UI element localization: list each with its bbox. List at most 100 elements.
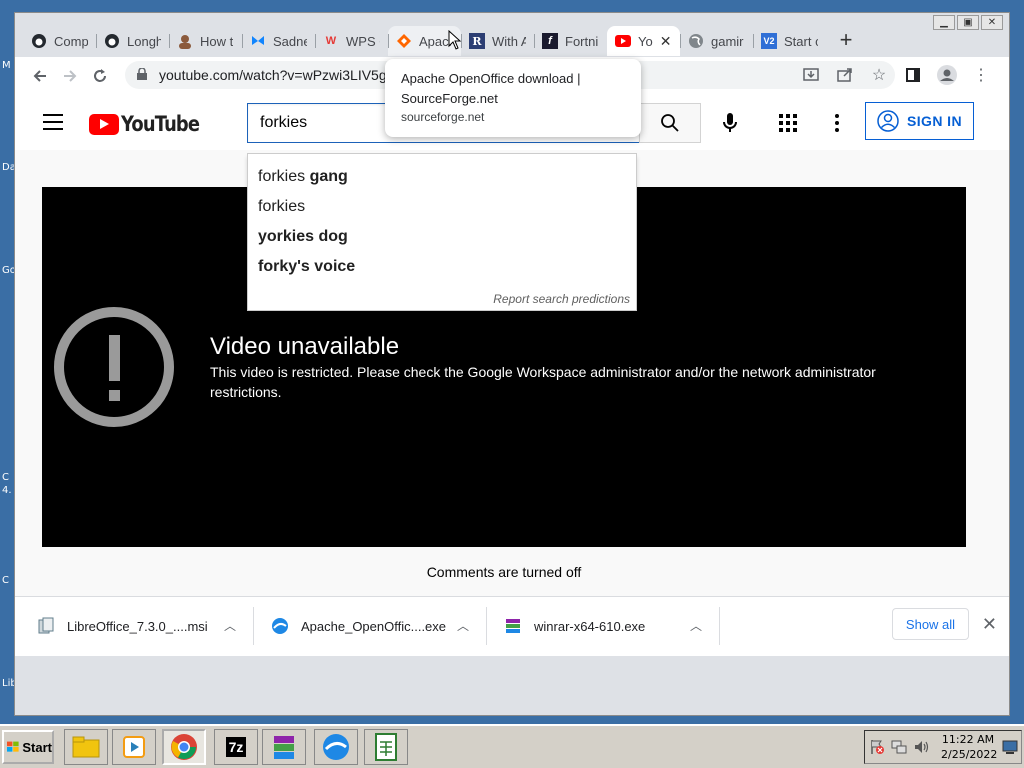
forward-button[interactable] — [55, 61, 85, 91]
close-icon[interactable]: ✕ — [982, 614, 997, 635]
voice-search-button[interactable] — [713, 106, 747, 140]
suggestion-match: forkies — [258, 168, 306, 185]
profile-icon[interactable] — [933, 61, 961, 89]
download-shelf: LibreOffice_7.3.0_....msi ︿ Apache_OpenO… — [15, 596, 1009, 656]
reload-button[interactable] — [85, 61, 115, 91]
download-item[interactable]: Apache_OpenOffic....exe — [271, 597, 446, 655]
browser-window: ▁ ▣ ✕ Comp Longh How t Sadne W WPS O Apa… — [14, 12, 1010, 716]
f-icon: f — [542, 33, 558, 49]
show-all-button[interactable]: Show all — [892, 608, 969, 640]
tab-hover-card: Apache OpenOffice download | SourceForge… — [385, 59, 641, 137]
tab[interactable]: V2 Start c — [753, 26, 826, 56]
arrow-left-icon — [33, 69, 46, 82]
desktop-label: C — [2, 575, 9, 586]
minimize-button[interactable]: ▁ — [933, 15, 955, 30]
toolbar-actions: ☆ ⋮ — [797, 61, 995, 89]
clock-time: 11:22 AM — [941, 733, 995, 746]
youtube-logo[interactable]: YouTube — [89, 112, 213, 136]
tab[interactable]: Comp — [23, 26, 96, 56]
apps-grid-icon[interactable] — [773, 108, 803, 138]
sign-in-button[interactable]: SIGN IN — [865, 102, 974, 140]
explorer-icon[interactable] — [64, 729, 108, 765]
desktop-label: M — [2, 60, 11, 71]
tab[interactable]: f Fortni — [534, 26, 607, 56]
window-controls: ▁ ▣ ✕ — [933, 15, 1003, 30]
7zip-icon[interactable]: 7z — [214, 729, 258, 765]
tab[interactable]: Sadne — [242, 26, 315, 56]
tab-title: How t — [200, 33, 234, 49]
side-panel-icon[interactable] — [899, 61, 927, 89]
tab-title: With A — [492, 33, 526, 49]
account-circle-icon — [877, 110, 899, 132]
calc-icon[interactable] — [364, 729, 408, 765]
avatar-icon — [177, 33, 193, 49]
install-app-icon[interactable] — [797, 61, 825, 89]
close-button[interactable]: ✕ — [981, 15, 1003, 30]
tab-title: Longh — [127, 33, 161, 49]
butterfly-icon — [250, 33, 266, 49]
start-button[interactable]: Start — [2, 730, 54, 764]
download-filename: Apache_OpenOffic....exe — [301, 618, 447, 634]
chevron-up-icon[interactable]: ︿ — [223, 619, 237, 633]
suggestion-item[interactable]: yorkies dog — [248, 222, 636, 252]
tab[interactable]: How t — [169, 26, 242, 56]
download-item[interactable]: winrar-x64-610.exe — [504, 597, 645, 655]
clock-date: 2/25/2022 — [941, 748, 998, 761]
tab[interactable]: gamir — [680, 26, 753, 56]
report-predictions-link[interactable]: Report search predictions — [493, 292, 630, 306]
volume-icon[interactable] — [913, 739, 929, 755]
close-icon[interactable]: ✕ — [660, 33, 672, 50]
show-desktop-icon[interactable] — [1002, 739, 1018, 755]
sign-in-label: SIGN IN — [907, 113, 962, 129]
star-icon[interactable]: ☆ — [865, 61, 893, 89]
start-label: Start — [22, 739, 52, 755]
tab-active[interactable]: Yo ✕ — [607, 26, 680, 56]
chrome-icon[interactable] — [162, 729, 206, 765]
winrar-icon[interactable] — [262, 729, 306, 765]
chevron-up-icon[interactable]: ︿ — [456, 619, 470, 633]
more-options-icon[interactable] — [827, 108, 847, 138]
github-icon — [104, 33, 120, 49]
tab-title: WPS O — [346, 33, 380, 49]
restore-button[interactable]: ▣ — [957, 15, 979, 30]
suggestion-item[interactable]: forkies — [248, 192, 636, 222]
openoffice-icon[interactable] — [314, 729, 358, 765]
tab-title: gamir — [711, 33, 744, 49]
tab[interactable]: R With A — [461, 26, 534, 56]
reload-icon — [94, 68, 106, 82]
alert-icon — [54, 307, 174, 427]
suggestion-item[interactable]: forkies gang — [248, 162, 636, 192]
search-suggestions: forkies gang forkies yorkies dog forky's… — [247, 153, 637, 311]
tab-title: Fortni — [565, 33, 599, 49]
suggestion-completion: gang — [305, 168, 348, 185]
tab-title: Comp — [54, 33, 88, 49]
search-button[interactable] — [639, 103, 701, 143]
r-icon: R — [469, 33, 485, 49]
url-text: youtube.com/watch?v=wPzwi3LIV5g — [159, 67, 387, 83]
download-item[interactable]: LibreOffice_7.3.0_....msi — [37, 597, 208, 655]
chevron-up-icon[interactable]: ︿ — [689, 619, 703, 633]
back-button[interactable] — [25, 61, 55, 91]
menu-icon[interactable]: ⋮ — [967, 61, 995, 89]
taskbar: Start 7z 11:22 AM 2/25/2022 — [0, 724, 1024, 768]
error-title: Video unavailable — [210, 333, 400, 360]
tab-title: Yo — [638, 33, 653, 49]
share-icon[interactable] — [831, 61, 859, 89]
play-icon — [89, 113, 119, 135]
hamburger-icon[interactable] — [43, 114, 63, 130]
desktop-label: 4. — [2, 485, 12, 496]
suggestion-completion: yorkies dog — [258, 228, 348, 245]
new-tab-button[interactable]: + — [832, 27, 860, 55]
network-icon[interactable] — [891, 739, 907, 755]
globe-icon — [688, 33, 704, 49]
v2-icon: V2 — [761, 33, 777, 49]
tab[interactable]: Longh — [96, 26, 169, 56]
media-player-icon[interactable] — [112, 729, 156, 765]
security-alert-icon[interactable] — [869, 739, 885, 755]
tab[interactable]: W WPS O — [315, 26, 388, 56]
microphone-icon — [723, 113, 737, 132]
clock[interactable]: 11:22 AM 2/25/2022 — [941, 732, 998, 762]
wps-icon: W — [325, 35, 337, 47]
mouse-cursor-icon — [448, 30, 462, 50]
suggestion-item[interactable]: forky's voice — [248, 252, 636, 282]
